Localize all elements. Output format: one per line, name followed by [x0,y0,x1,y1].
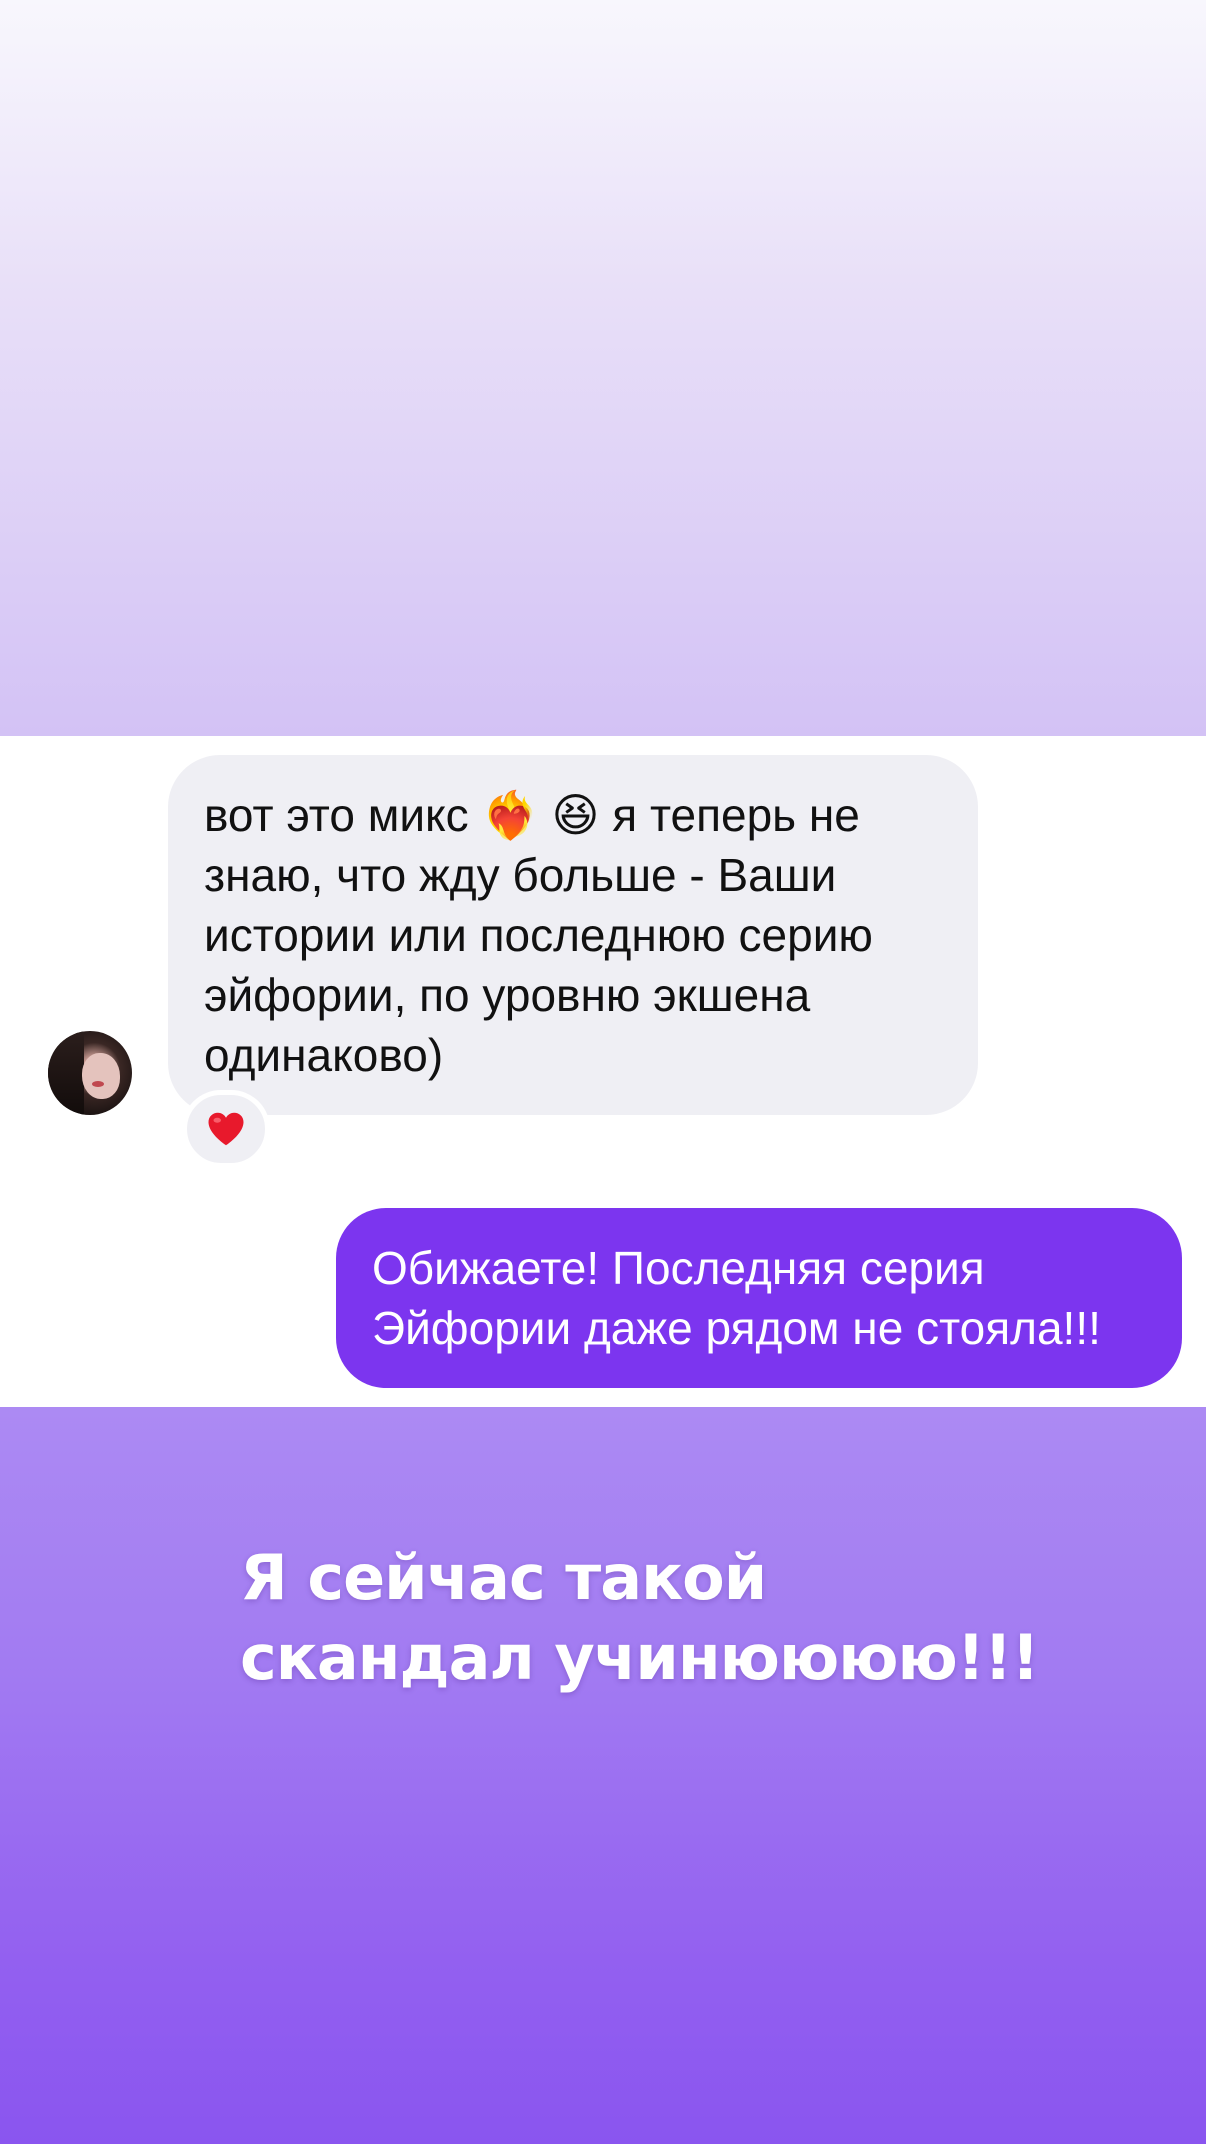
avatar-face [82,1053,120,1099]
top-gradient-background [0,0,1206,736]
heart-icon [208,1112,244,1146]
bottom-gradient-background [0,1407,1206,2144]
avatar[interactable] [48,1031,132,1115]
incoming-message-bubble[interactable]: вот это микс ❤️‍🔥 😆 я теперь не знаю, чт… [168,755,978,1115]
message-reaction[interactable] [182,1090,270,1168]
outgoing-message-text: Обижаете! Последняя серия Эйфории даже р… [372,1242,1101,1354]
avatar-lips [92,1081,104,1087]
story-caption: Я сейчас такой скандал учинюююю!!! [240,1541,1040,1694]
avatar-hair [48,1031,84,1115]
outgoing-message-bubble[interactable]: Обижаете! Последняя серия Эйфории даже р… [336,1208,1182,1388]
incoming-message-text: вот это микс ❤️‍🔥 😆 я теперь не знаю, чт… [204,789,873,1081]
